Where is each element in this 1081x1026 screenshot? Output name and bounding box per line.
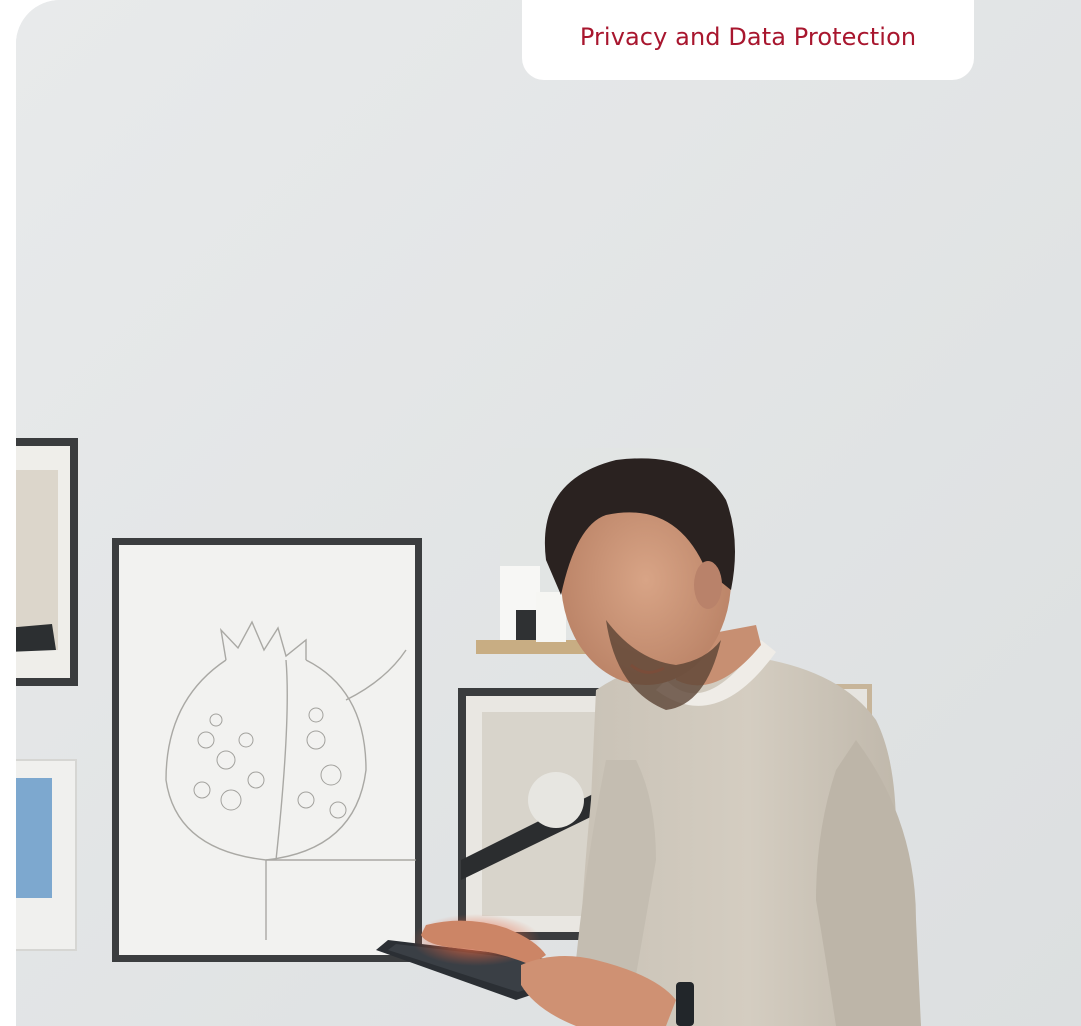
frame-center [112, 538, 422, 962]
category-tab-label: Privacy and Data Protection [579, 23, 917, 51]
frame-left-top [16, 438, 78, 686]
frame-left-bottom [16, 759, 77, 951]
hero-photo [16, 0, 1081, 1026]
category-tab[interactable]: Privacy and Data Protection [522, 0, 974, 80]
hero-card: Privacy and Data Protection [16, 0, 1081, 1026]
